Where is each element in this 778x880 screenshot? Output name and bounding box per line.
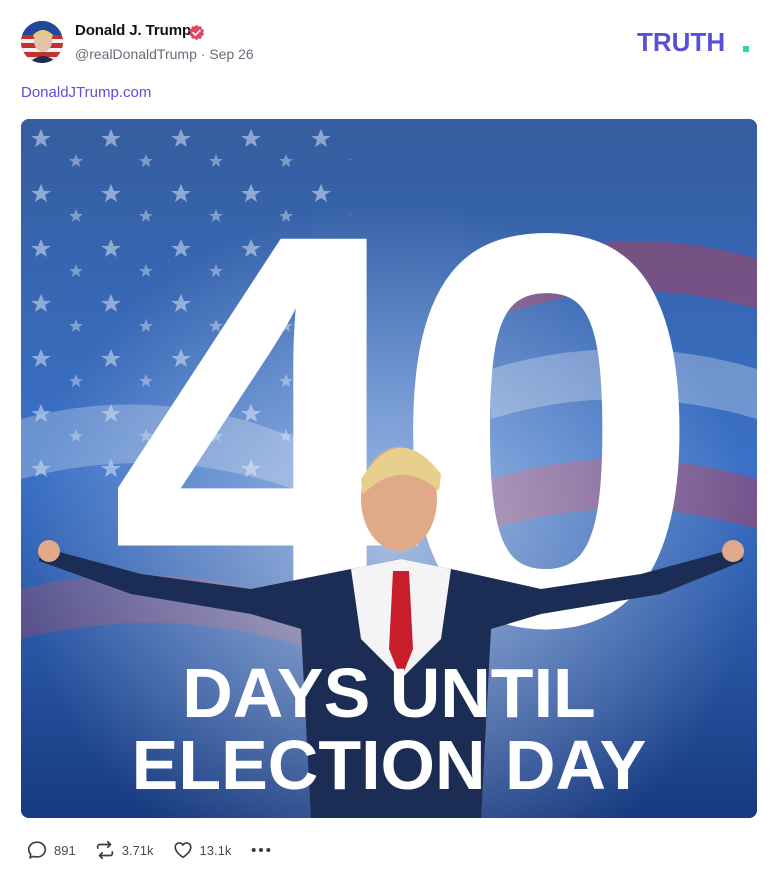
author-handle[interactable]: @realDonaldTrump	[75, 46, 197, 62]
handle-and-date: @realDonaldTrump · Sep 26	[75, 46, 254, 62]
truth-logo-text: TRUTH	[637, 27, 725, 55]
post-image[interactable]: 40 DAYS UNTIL ELECTION DAY	[21, 119, 757, 818]
author-name[interactable]: Donald J. Trump	[75, 22, 191, 39]
retruth-icon	[96, 840, 113, 860]
verified-badge-icon	[188, 24, 205, 41]
post-date[interactable]: Sep 26	[209, 46, 253, 62]
more-options-button[interactable]	[249, 839, 273, 861]
like-count: 13.1k	[199, 842, 232, 858]
truth-logo[interactable]: TRUTH	[637, 27, 757, 55]
post-actions: 891 3.71k 13.1k	[26, 836, 273, 864]
author-avatar[interactable]	[21, 21, 63, 63]
image-line-2: ELECTION DAY	[132, 726, 647, 804]
truth-logo-dot	[743, 46, 749, 52]
separator: ·	[200, 46, 206, 62]
reply-count: 891	[54, 842, 76, 858]
retruth-count: 3.71k	[121, 842, 154, 858]
post-link[interactable]: DonaldJTrump.com	[21, 84, 151, 101]
post-image-art: 40 DAYS UNTIL ELECTION DAY	[21, 119, 757, 818]
reply-icon	[27, 841, 47, 859]
like-button[interactable]: 13.1k	[172, 839, 232, 861]
reply-button[interactable]: 891	[26, 839, 76, 861]
heart-icon	[173, 842, 192, 859]
image-line-1: DAYS UNTIL	[182, 654, 596, 732]
retruth-button[interactable]: 3.71k	[94, 839, 154, 861]
ellipsis-icon	[251, 847, 271, 853]
